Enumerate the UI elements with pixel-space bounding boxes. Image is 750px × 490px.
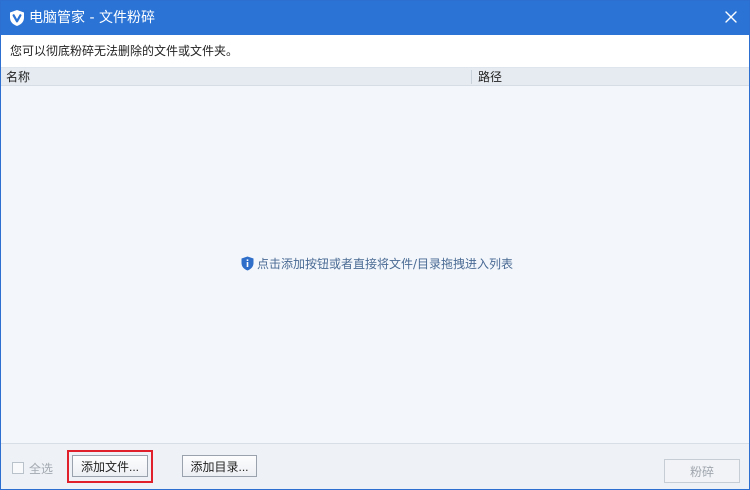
select-all-label: 全选 (29, 462, 54, 476)
file-list-header: 名称 路径 (1, 67, 749, 86)
column-divider[interactable] (471, 70, 472, 84)
shield-v-icon (10, 10, 24, 26)
add-file-button[interactable]: 添加文件... (72, 455, 148, 477)
add-directory-button[interactable]: 添加目录... (182, 455, 257, 477)
checkbox-box[interactable] (12, 462, 24, 474)
file-list[interactable]: 点击添加按钮或者直接将文件/目录拖拽进入列表 (1, 86, 749, 443)
window-title: 电脑管家 - 文件粉碎 (29, 10, 155, 26)
empty-list-hint-text: 点击添加按钮或者直接将文件/目录拖拽进入列表 (257, 257, 514, 271)
close-icon[interactable] (721, 7, 741, 27)
shred-button[interactable]: 粉碎 (664, 459, 740, 483)
info-shield-icon (241, 256, 254, 271)
title-bar[interactable]: 电脑管家 - 文件粉碎 (1, 1, 749, 35)
column-header-path[interactable]: 路径 (478, 69, 502, 85)
description-bar: 您可以彻底粉碎无法删除的文件或文件夹。 (1, 35, 749, 67)
file-shredder-window: 电脑管家 - 文件粉碎 您可以彻底粉碎无法删除的文件或文件夹。 名称 路径 点击… (0, 0, 750, 490)
description-text: 您可以彻底粉碎无法删除的文件或文件夹。 (10, 44, 239, 58)
column-header-name[interactable]: 名称 (6, 69, 30, 85)
footer-toolbar: 全选 添加文件... 添加目录... 粉碎 (1, 443, 749, 489)
